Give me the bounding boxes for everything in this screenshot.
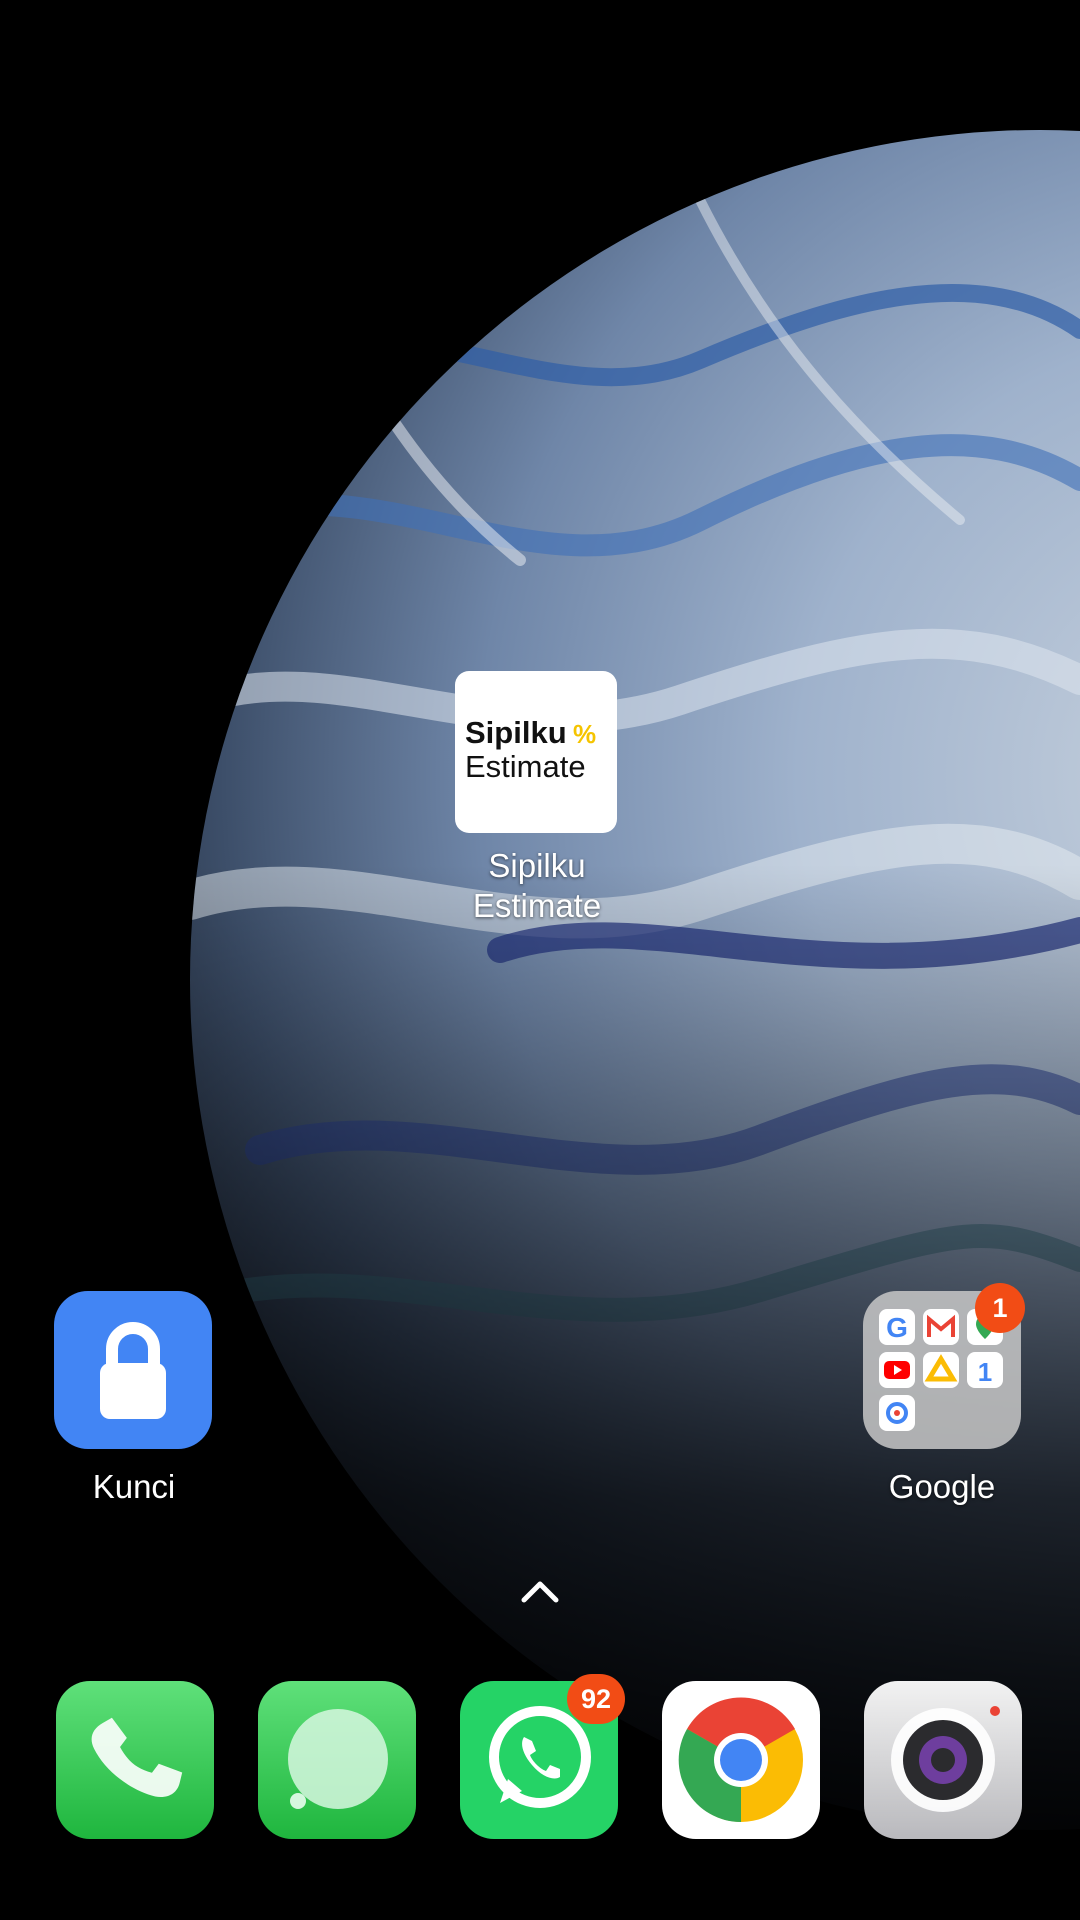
- app-label-google: Google: [888, 1468, 996, 1505]
- phone-icon[interactable]: [56, 1681, 214, 1839]
- app-label-sipilku: Sipilku Estimate: [472, 847, 602, 924]
- notification-badge-google: 1: [975, 1283, 1025, 1333]
- chevron-up-icon[interactable]: [520, 1578, 560, 1604]
- percent-mark: %: [573, 719, 597, 749]
- sipilku-estimate-icon[interactable]: Sipilku % Estimate: [455, 671, 617, 833]
- chrome-icon[interactable]: [662, 1681, 820, 1839]
- sipilku-icon-subtext: Estimate: [465, 749, 586, 784]
- wallpaper: [0, 0, 1080, 1920]
- svg-text:G: G: [886, 1312, 908, 1343]
- app-label-kunci: Kunci: [92, 1468, 176, 1505]
- svg-text:1: 1: [978, 1357, 992, 1387]
- camera-icon[interactable]: [864, 1681, 1022, 1839]
- notification-badge-whatsapp: 92: [567, 1674, 625, 1724]
- sipilku-icon-text: Sipilku: [465, 715, 567, 750]
- lock-icon[interactable]: [54, 1291, 212, 1449]
- messages-icon[interactable]: [258, 1681, 416, 1839]
